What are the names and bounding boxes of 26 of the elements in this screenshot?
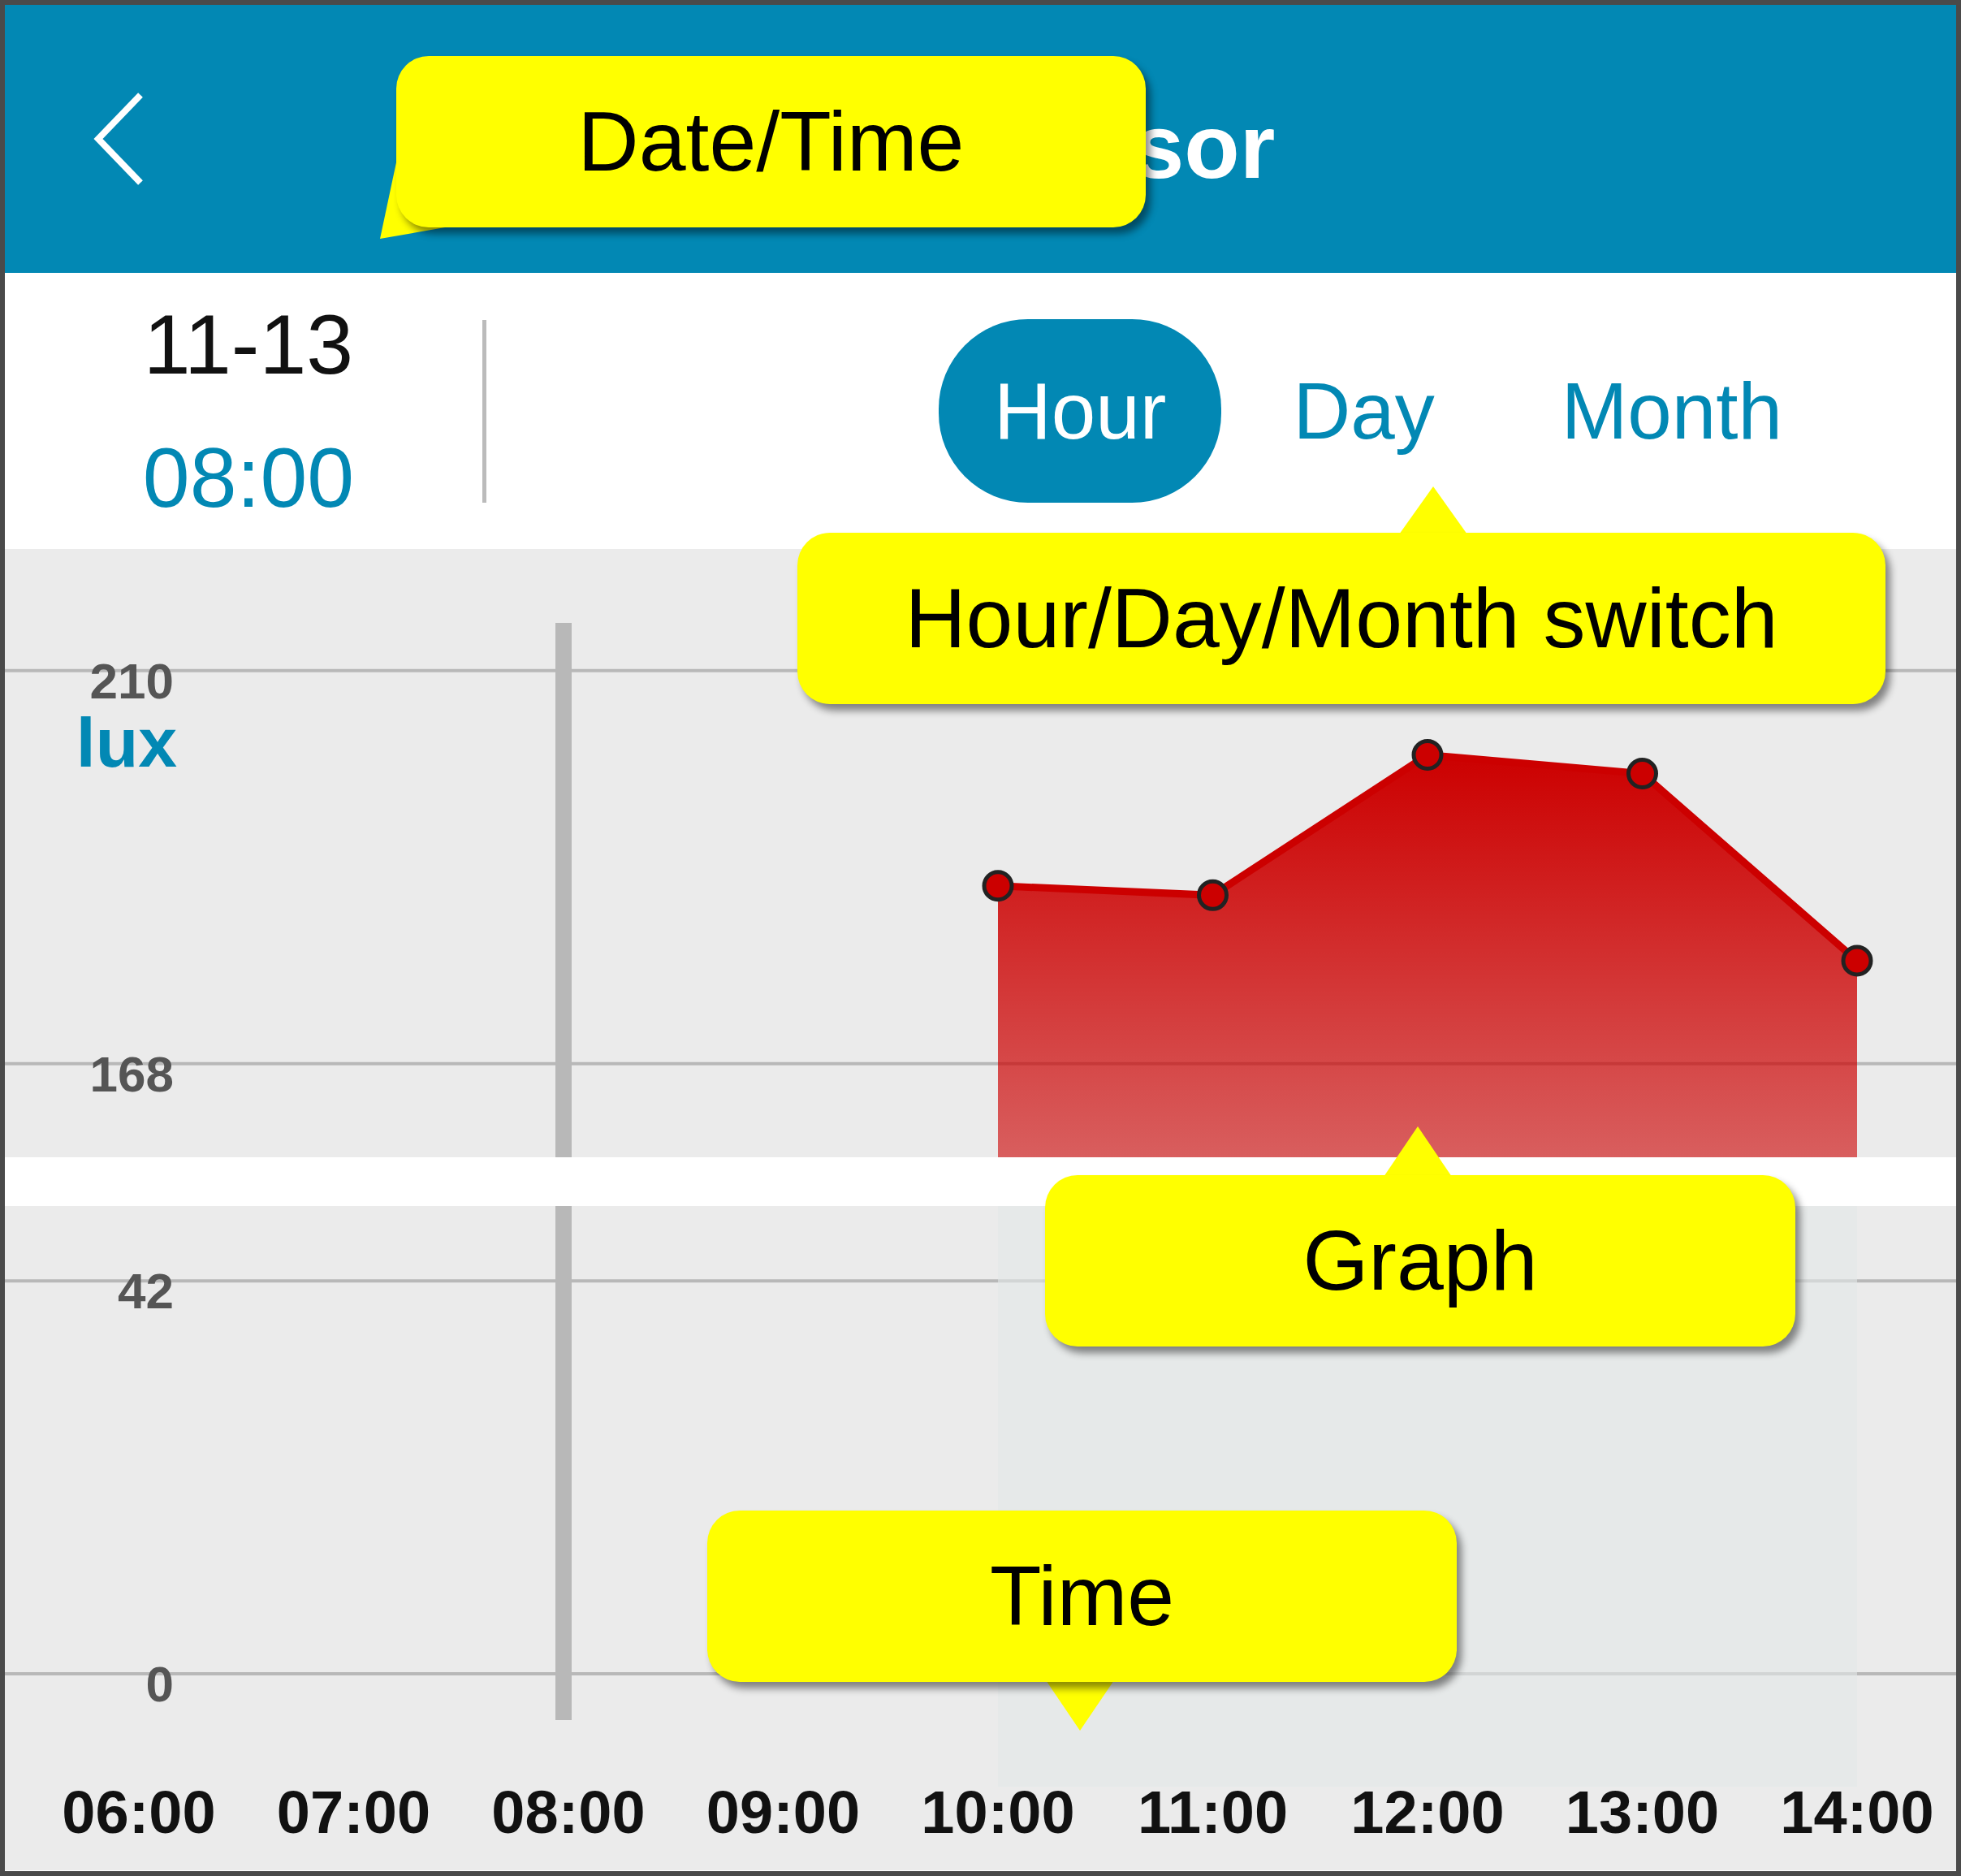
data-point: [1411, 739, 1444, 771]
period-tab[interactable]: Month: [1505, 319, 1838, 503]
x-axis-label: 08:00: [491, 1779, 646, 1846]
axis-tick-label: 42: [118, 1263, 174, 1320]
x-axis-label: 06:00: [62, 1779, 216, 1846]
x-axis-label: 11:00: [1137, 1779, 1289, 1846]
date-text: 11-13: [143, 297, 354, 391]
axis-tick-label: 0: [145, 1656, 174, 1713]
x-axis-label: 13:00: [1565, 1779, 1720, 1846]
x-axis-label: 07:00: [276, 1779, 431, 1846]
data-point: [1626, 758, 1658, 790]
callout-label: Hour/Day/Month switch: [797, 533, 1885, 704]
callout-label: Graph: [1045, 1175, 1795, 1346]
x-axis-label: 09:00: [706, 1779, 861, 1846]
x-axis-label: 10:00: [921, 1779, 1075, 1846]
period-tab[interactable]: Hour: [939, 319, 1222, 503]
x-axis-label: 14:00: [1780, 1779, 1934, 1846]
axis-tick-label: 168: [89, 1045, 174, 1102]
period-tab[interactable]: Day: [1238, 319, 1490, 503]
callout-label: Date/Time: [396, 56, 1146, 227]
data-point: [982, 870, 1014, 902]
x-axis-label: 12:00: [1350, 1779, 1505, 1846]
data-point: [1197, 879, 1229, 911]
data-point: [1841, 944, 1873, 977]
time-text: 08:00: [142, 431, 355, 525]
callout-label: Time: [707, 1511, 1457, 1682]
